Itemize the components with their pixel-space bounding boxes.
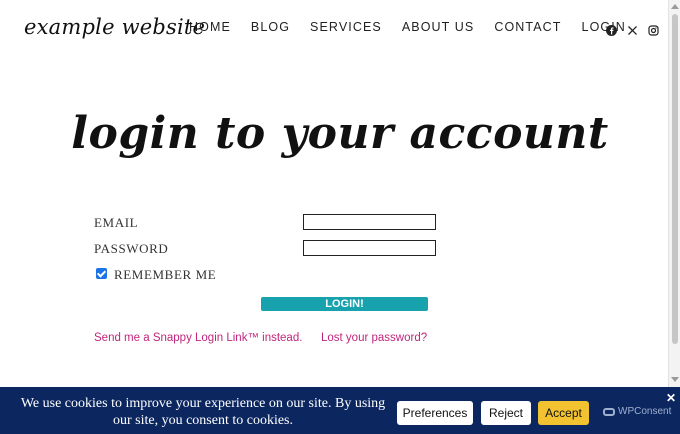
cookie-reject-button[interactable]: Reject	[481, 401, 531, 425]
wpconsent-logo-icon	[603, 407, 615, 416]
facebook-icon[interactable]	[606, 21, 617, 36]
lost-password-link[interactable]: Lost your password?	[321, 332, 427, 344]
wpconsent-brand: WPConsent	[603, 406, 671, 417]
main-nav: HOME BLOG SERVICES ABOUT US CONTACT LOGI…	[189, 20, 626, 34]
nav-about-us[interactable]: ABOUT US	[402, 20, 474, 34]
login-button[interactable]: LOGIN!	[261, 297, 428, 311]
nav-blog[interactable]: BLOG	[251, 20, 290, 34]
snappy-login-link[interactable]: Send me a Snappy Login Link™ instead.	[94, 332, 302, 344]
nav-home[interactable]: HOME	[189, 20, 231, 34]
wpconsent-label: WPConsent	[618, 406, 672, 417]
scrollbar[interactable]	[668, 0, 680, 434]
scroll-down-icon[interactable]	[671, 377, 679, 382]
x-icon[interactable]	[627, 21, 638, 35]
remember-me-checkbox[interactable]	[96, 268, 107, 279]
password-label: PASSWORD	[94, 241, 169, 256]
nav-contact[interactable]: CONTACT	[494, 20, 561, 34]
site-logo[interactable]: example website	[24, 15, 205, 39]
instagram-icon[interactable]	[648, 21, 659, 36]
scroll-up-icon[interactable]	[671, 4, 679, 9]
password-field[interactable]	[303, 240, 436, 256]
email-field[interactable]	[303, 214, 436, 230]
cookie-preferences-button[interactable]: Preferences	[397, 401, 473, 425]
social-links	[606, 21, 659, 36]
page-title: login to your account	[71, 108, 609, 159]
cookie-message: We use cookies to improve your experienc…	[20, 396, 386, 428]
scroll-thumb[interactable]	[672, 14, 678, 344]
close-icon[interactable]: ✕	[666, 391, 676, 405]
nav-services[interactable]: SERVICES	[310, 20, 382, 34]
site-header: example website HOME BLOG SERVICES ABOUT…	[0, 0, 668, 56]
remember-me-label: REMEMBER ME	[114, 267, 217, 282]
cookie-accept-button[interactable]: Accept	[538, 401, 589, 425]
page: example website HOME BLOG SERVICES ABOUT…	[0, 0, 680, 434]
email-label: EMAIL	[94, 215, 139, 230]
